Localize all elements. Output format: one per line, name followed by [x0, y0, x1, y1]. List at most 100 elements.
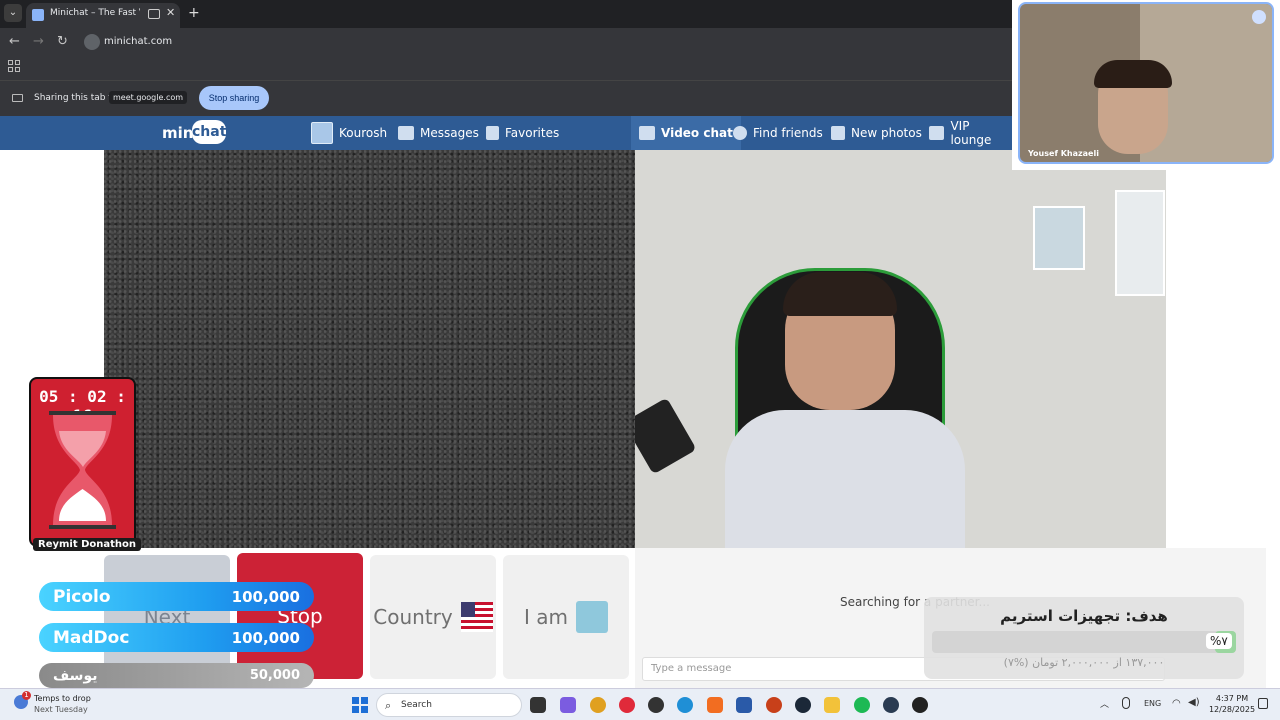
browser-tab[interactable]: Minichat – The Fast Video C ✕	[26, 3, 180, 28]
male-avatar-icon	[576, 601, 608, 633]
menu-new-photos-label: New photos	[851, 126, 922, 140]
file-explorer-icon[interactable]	[824, 697, 840, 713]
tab-close-icon[interactable]: ✕	[166, 6, 175, 19]
photos-grid-icon	[831, 126, 845, 140]
donation-amount: 50,000	[249, 668, 300, 683]
weather-subline[interactable]: Next Tuesday	[34, 705, 88, 714]
menu-vip-lounge-label: VIP lounge	[950, 119, 992, 147]
microphone-icon[interactable]	[1122, 697, 1130, 709]
tab-sharing-icon	[148, 9, 160, 19]
menu-favorites-label: Favorites	[505, 126, 560, 140]
notifications-icon[interactable]	[1258, 698, 1268, 709]
menu-profile-label: Kourosh	[339, 126, 388, 140]
donation-amount: 100,000	[231, 628, 300, 647]
steam-alt-icon[interactable]	[883, 697, 899, 713]
meet-self-preview: Yousef Khazaeli	[1012, 0, 1280, 170]
sharing-text: Sharing this tab to	[34, 93, 118, 103]
copilot-icon[interactable]	[560, 697, 576, 713]
logo-chat-text: chat	[192, 120, 226, 144]
goal-percent-badge: %۷	[1206, 633, 1232, 649]
audio-level-icon	[1252, 10, 1266, 24]
taskbar-search-label: Search	[401, 700, 432, 710]
taskbar-search[interactable]: ⌕ Search	[376, 693, 522, 717]
volume-icon[interactable]: ◀)	[1188, 697, 1200, 708]
menu-video-chat[interactable]: Video chat	[631, 116, 741, 150]
obs-icon[interactable]	[648, 697, 664, 713]
partner-video-static	[104, 150, 635, 548]
meet-person-hair	[1094, 60, 1172, 88]
edge-icon[interactable]	[677, 697, 693, 713]
envelope-icon	[398, 126, 414, 140]
avatar-icon	[311, 122, 333, 144]
task-view-icon[interactable]	[530, 697, 546, 713]
tab-list-button[interactable]: ⌄	[4, 4, 22, 22]
goal-subtitle: ۱۳۷,۰۰۰ از ۲,۰۰۰,۰۰۰ تومان (%۷)	[1003, 656, 1165, 669]
hourglass-icon	[49, 411, 116, 529]
menu-messages[interactable]: Messages	[398, 116, 479, 150]
weather-headline[interactable]: Temps to drop	[34, 694, 91, 703]
menu-new-photos[interactable]: New photos	[831, 116, 922, 150]
wifi-icon[interactable]: ◠	[1172, 698, 1181, 709]
spotify-icon[interactable]	[854, 697, 870, 713]
person-shirt	[725, 410, 965, 548]
donathon-label: Reymit Donathon	[33, 538, 142, 551]
sharing-domain: meet.google.com	[109, 91, 188, 104]
input-language[interactable]: ENG	[1144, 699, 1161, 708]
back-icon[interactable]: ←	[9, 34, 20, 49]
reload-icon[interactable]: ↻	[57, 34, 68, 49]
iam-label: I am	[524, 605, 568, 629]
donation-bar: یوسف 50,000	[39, 663, 314, 688]
tab-title: Minichat – The Fast Video C	[50, 8, 140, 18]
menu-favorites[interactable]: Favorites	[486, 116, 559, 150]
tray-overflow-icon[interactable]: ︿	[1100, 697, 1109, 710]
search-icon	[733, 126, 747, 140]
forward-icon[interactable]: →	[33, 34, 44, 49]
donation-bar: MadDoc 100,000	[39, 623, 314, 652]
microphone	[635, 397, 697, 475]
windows-start-icon[interactable]	[352, 697, 368, 713]
screen-share-icon	[12, 94, 23, 102]
pinterest-icon[interactable]	[619, 697, 635, 713]
donathon-timer: 05 : 02 : 16	[29, 377, 136, 547]
video-camera-icon	[639, 126, 655, 140]
wall-poster	[1115, 190, 1165, 296]
donation-amount: 100,000	[231, 587, 300, 606]
clock-time[interactable]: 4:37 PM	[1212, 694, 1252, 703]
new-tab-button[interactable]: +	[188, 5, 200, 21]
soundcloud-icon[interactable]	[707, 697, 723, 713]
site-info-icon[interactable]	[84, 34, 100, 50]
donor-name: Picolo	[53, 586, 111, 607]
next-button[interactable]: Next	[104, 555, 230, 679]
menu-find-friends[interactable]: Find friends	[733, 116, 823, 150]
menu-find-friends-label: Find friends	[753, 126, 823, 140]
app-icon[interactable]	[912, 697, 928, 713]
menu-vip-lounge[interactable]: VIP lounge	[929, 116, 1012, 150]
country-selector[interactable]: Country	[370, 555, 496, 679]
donor-name: MadDoc	[53, 627, 130, 648]
notification-badge: 1	[22, 691, 31, 700]
apps-grid-icon[interactable]	[8, 60, 20, 72]
country-label: Country	[373, 605, 453, 629]
goal-progress-bar	[932, 631, 1236, 653]
steam-icon[interactable]	[795, 697, 811, 713]
gender-selector[interactable]: I am	[503, 555, 629, 679]
donor-name: یوسف	[53, 667, 98, 684]
app-icon[interactable]	[766, 697, 782, 713]
search-icon: ⌕	[385, 699, 392, 712]
url-field[interactable]: minichat.com	[104, 36, 172, 47]
crown-icon	[929, 126, 945, 140]
menu-messages-label: Messages	[420, 126, 479, 140]
site-navigation: mini chat Kourosh Messages Favorites Vid…	[0, 116, 1012, 150]
store-icon[interactable]	[736, 697, 752, 713]
stop-button[interactable]: Stop	[237, 553, 363, 679]
goal-title: هدف: تجهیزات استریم	[1000, 607, 1168, 625]
stop-sharing-button[interactable]: Stop sharing	[199, 86, 269, 110]
menu-profile[interactable]: Kourosh	[311, 116, 387, 150]
clock-date[interactable]: 12/28/2025	[1206, 705, 1258, 714]
chrome-icon[interactable]	[590, 697, 606, 713]
bookmark-icon	[486, 126, 499, 140]
person-hair	[783, 272, 897, 316]
meet-participant-name: Yousef Khazaeli	[1028, 149, 1099, 158]
own-webcam-video	[635, 150, 1166, 548]
meet-video-tile: Yousef Khazaeli	[1018, 2, 1274, 164]
